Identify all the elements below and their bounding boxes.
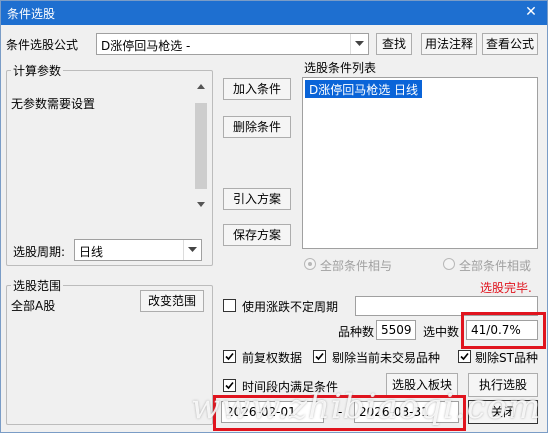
scroll-thumb[interactable] (195, 103, 207, 189)
range-value: 全部A股 (11, 299, 56, 313)
change-range-button[interactable]: 改变范围 (140, 290, 204, 312)
import-scheme-button[interactable]: 引入方案 (223, 188, 291, 210)
selected-count-highlight (461, 312, 546, 349)
usage-notes-button[interactable]: 用法注释 (421, 33, 477, 55)
date-range-highlight (213, 395, 466, 431)
params-scrollbar[interactable] (193, 79, 209, 213)
close-icon[interactable]: ✕ (521, 3, 541, 22)
scroll-down-icon[interactable] (193, 197, 209, 213)
chevron-down-icon[interactable] (183, 240, 201, 260)
exclude-untraded-checkbox[interactable] (313, 350, 326, 363)
window-title: 条件选股 (7, 7, 56, 21)
status-text: 选股完毕. (480, 281, 532, 295)
exclude-st-checkbox[interactable] (458, 350, 471, 363)
exclude-st-label: 剔除ST品种 (475, 351, 538, 365)
execute-selection-button[interactable]: 执行选股 (468, 373, 538, 397)
title-bar[interactable]: 条件选股 ✕ (1, 1, 547, 25)
close-button[interactable]: 关闭 (468, 400, 538, 424)
add-condition-button[interactable]: 加入条件 (223, 78, 291, 100)
use-irregular-label: 使用涨跌不定周期 (242, 300, 339, 314)
all-or-label: 全部条件相或 (459, 259, 532, 273)
delete-condition-button[interactable]: 删除条件 (223, 116, 291, 138)
range-group-label: 选股范围 (11, 277, 64, 294)
condition-list-label: 选股条件列表 (304, 61, 377, 75)
all-and-radio[interactable] (304, 258, 316, 270)
add-to-block-button[interactable]: 选股入板块 (386, 373, 458, 397)
period-value: 日线 (79, 245, 104, 259)
time-range-checkbox[interactable] (223, 379, 236, 392)
count-field: 5509 (376, 320, 416, 340)
all-or-radio[interactable] (443, 258, 455, 270)
params-text: 无参数需要设置 (11, 97, 96, 111)
formula-select[interactable]: D涨停回马枪选 - (96, 33, 369, 55)
time-range-label: 时间段内满足条件 (242, 380, 339, 394)
count-value: 5509 (381, 323, 412, 337)
condition-list[interactable]: D涨停回马枪选 日线 (302, 77, 538, 249)
use-irregular-checkbox[interactable] (223, 299, 236, 312)
period-label: 选股周期: (13, 245, 66, 259)
params-group-label: 计算参数 (11, 62, 64, 79)
view-formula-button[interactable]: 查看公式 (482, 33, 538, 55)
formula-label: 条件选股公式 (6, 38, 79, 52)
period-select[interactable]: 日线 (74, 239, 202, 261)
selected-label: 选中数 (423, 325, 460, 339)
save-scheme-button[interactable]: 保存方案 (223, 224, 291, 246)
condition-list-item[interactable]: D涨停回马枪选 日线 (305, 80, 423, 98)
exclude-untraded-label: 剔除当前未交易品种 (332, 351, 441, 365)
chevron-down-icon[interactable] (350, 34, 368, 54)
count-label: 品种数 (338, 325, 375, 339)
scroll-up-icon[interactable] (193, 79, 209, 95)
find-button[interactable]: 查找 (376, 33, 412, 55)
formula-value: D涨停回马枪选 - (101, 39, 191, 53)
condition-stock-picker-window: 条件选股 ✕ 条件选股公式 D涨停回马枪选 - 查找 用法注释 查看公式 计算参… (0, 0, 548, 433)
all-and-label: 全部条件相与 (320, 259, 393, 273)
pre-adjust-label: 前复权数据 (242, 351, 303, 365)
pre-adjust-checkbox[interactable] (223, 350, 236, 363)
